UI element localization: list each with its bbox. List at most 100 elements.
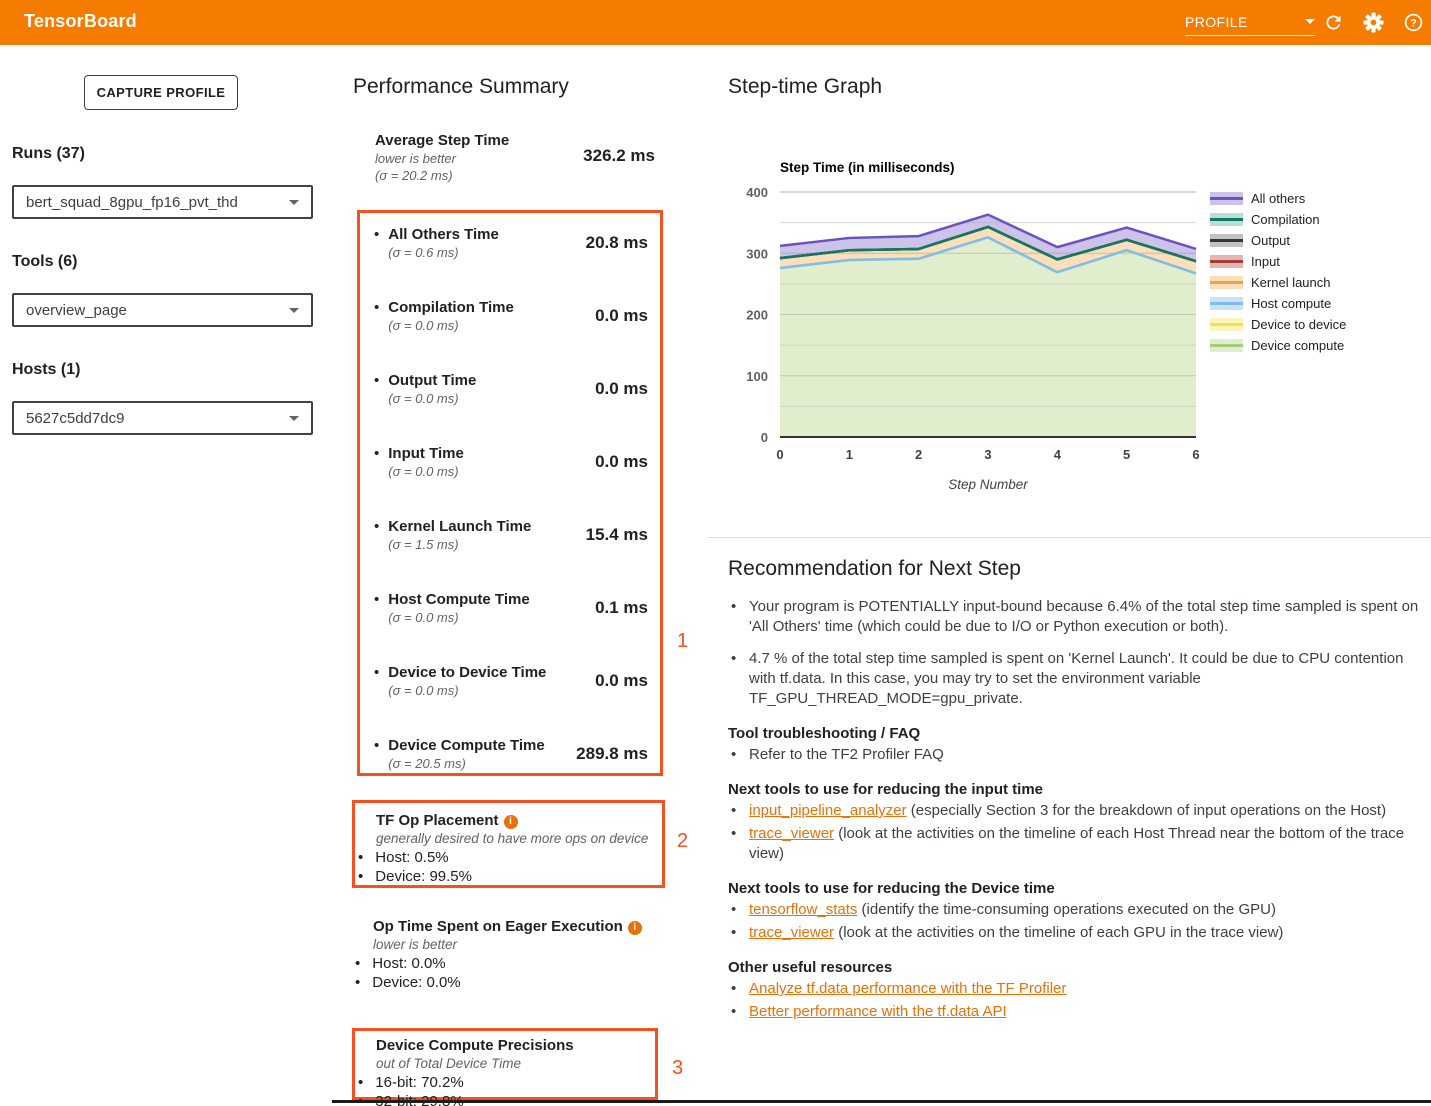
metric-sigma: (σ = 0.0 ms) [388,317,586,334]
bullet-icon: • [374,663,379,699]
refresh-icon [1323,12,1344,33]
eager-execution-items: •Host: 0.0%•Device: 0.0% [352,954,665,992]
legend-item: Kernel launch [1210,272,1346,293]
info-icon[interactable]: i [628,921,642,935]
svg-text:5: 5 [1123,447,1130,462]
device-precisions-note: out of Total Device Time [376,1055,655,1072]
recommendation-link[interactable]: trace_viewer [749,825,834,842]
recommendation-section-heading: Other useful resources [728,959,1422,976]
recommendation-item: trace_viewer (look at the activities on … [728,923,1422,943]
metric-sigma: (σ = 0.0 ms) [388,390,586,407]
metric-value: 0.0 ms [595,306,648,326]
tf-op-placement-items: •Host: 0.5%•Device: 99.5% [355,848,662,886]
svg-text:0: 0 [776,447,783,462]
annotation-number-2: 2 [677,830,688,853]
sidebar: CAPTURE PROFILE Runs (37) bert_squad_8gp… [0,45,333,1106]
svg-text:6: 6 [1192,447,1199,462]
recommendation-item: input_pipeline_analyzer (especially Sect… [728,801,1422,821]
recommendation-section: Recommendation for Next Step Your progra… [728,557,1422,1025]
annotation-number-3: 3 [672,1057,683,1080]
legend-item: Device compute [1210,335,1346,356]
metric-value: 0.0 ms [595,671,648,691]
svg-text:300: 300 [746,246,768,261]
info-icon[interactable]: i [504,815,518,829]
recommendation-section-heading: Next tools to use for reducing the Devic… [728,880,1422,897]
svg-text:Step Number: Step Number [948,477,1028,492]
tools-selected-value: overview_page [26,302,127,319]
metric-value: 0.0 ms [595,452,648,472]
recommendation-link[interactable]: Analyze tf.data performance with the TF … [749,980,1066,997]
legend-swatch-icon [1210,192,1243,205]
legend-swatch-icon [1210,297,1243,310]
legend-label: Device to device [1251,317,1346,332]
annotation-box-1: •All Others Time(σ = 0.6 ms)20.8 ms • Comp… [357,210,663,776]
recommendation-link[interactable]: trace_viewer [749,924,834,941]
step-time-graph-title: Step-time Graph [728,75,882,99]
annotation-box-2: TF Op Placementi generally desired to ha… [352,800,665,888]
legend-item: Compilation [1210,209,1346,230]
metric-label: Compilation Time [388,298,586,317]
metric-item: •Device: 99.5% [358,867,662,886]
perf-summary-row: •All Others Time(σ = 0.6 ms)20.8 ms [374,225,648,261]
bullet-icon: • [355,973,360,992]
tf-op-placement-note: generally desired to have more ops on de… [376,830,662,847]
metric-label: Device to Device Time [388,663,586,682]
runs-select[interactable]: bert_squad_8gpu_fp16_pvt_thd [12,185,313,219]
recommendation-item: Better performance with the tf.data API [728,1002,1422,1022]
bullet-icon: • [355,954,360,973]
eager-execution-title: Op Time Spent on Eager Executioni [373,917,665,936]
metric-item: •32-bit: 29.8% [358,1092,655,1106]
svg-text:100: 100 [746,369,768,384]
legend-item: Device to device [1210,314,1346,335]
tools-label: Tools (6) [12,253,77,271]
bullet-icon: • [358,1092,363,1106]
capture-profile-button[interactable]: CAPTURE PROFILE [84,75,238,110]
refresh-button[interactable] [1321,10,1345,34]
legend-item: Input [1210,251,1346,272]
recommendation-link[interactable]: Better performance with the tf.data API [749,1003,1007,1020]
step-time-panel: Step-time Graph 01002003004000123456Step… [707,45,1431,1106]
legend-label: Output [1251,233,1290,248]
metric-sigma: (σ = 0.0 ms) [388,682,586,699]
metric-label: Input Time [388,444,586,463]
bullet-icon: • [374,590,379,626]
legend-swatch-icon [1210,213,1243,226]
hosts-select[interactable]: 5627c5dd7dc9 [12,401,313,435]
recommendation-item: tensorflow_stats (identify the time-cons… [728,900,1422,920]
svg-text:1: 1 [846,447,853,462]
average-step-time-row: Average Step Time lower is better (σ = 2… [375,131,655,184]
legend-label: All others [1251,191,1305,206]
help-button[interactable]: ? [1401,10,1425,34]
chevron-down-icon [289,416,299,421]
legend-label: Compilation [1251,212,1320,227]
dashboard-selector[interactable]: PROFILE [1185,8,1315,36]
legend-label: Kernel launch [1251,275,1331,290]
bullet-icon: • [374,736,379,772]
legend-item: Output [1210,230,1346,251]
metric-value: 20.8 ms [586,233,648,253]
metric-item: •Host: 0.0% [355,954,665,973]
recommendation-link[interactable]: input_pipeline_analyzer [749,802,907,819]
recommendation-title: Recommendation for Next Step [728,557,1422,581]
metric-item: •16-bit: 70.2% [358,1073,655,1092]
settings-button[interactable] [1361,10,1385,34]
legend-item: Host compute [1210,293,1346,314]
svg-text:3: 3 [984,447,991,462]
metric-sigma: (σ = 0.0 ms) [388,609,586,626]
hosts-label: Hosts (1) [12,361,80,379]
tensorboard-profile-page: TensorBoard PROFILE ? [0,0,1431,1106]
bullet-icon: • [374,444,379,480]
recommendation-link[interactable]: tensorflow_stats [749,901,857,918]
tools-select[interactable]: overview_page [12,293,313,327]
legend-label: Host compute [1251,296,1331,311]
perf-summary-row: •Output Time(σ = 0.0 ms)0.0 ms [374,371,648,407]
svg-text:2: 2 [915,447,922,462]
chevron-down-icon [289,308,299,313]
metric-label: Kernel Launch Time [388,517,576,536]
svg-text:200: 200 [746,308,768,323]
perf-summary-row: •Host Compute Time(σ = 0.0 ms)0.1 ms [374,590,648,626]
chevron-down-icon [1305,19,1315,24]
legend-swatch-icon [1210,234,1243,247]
bullet-icon: • [358,848,363,867]
bullet-icon: • [374,371,379,407]
